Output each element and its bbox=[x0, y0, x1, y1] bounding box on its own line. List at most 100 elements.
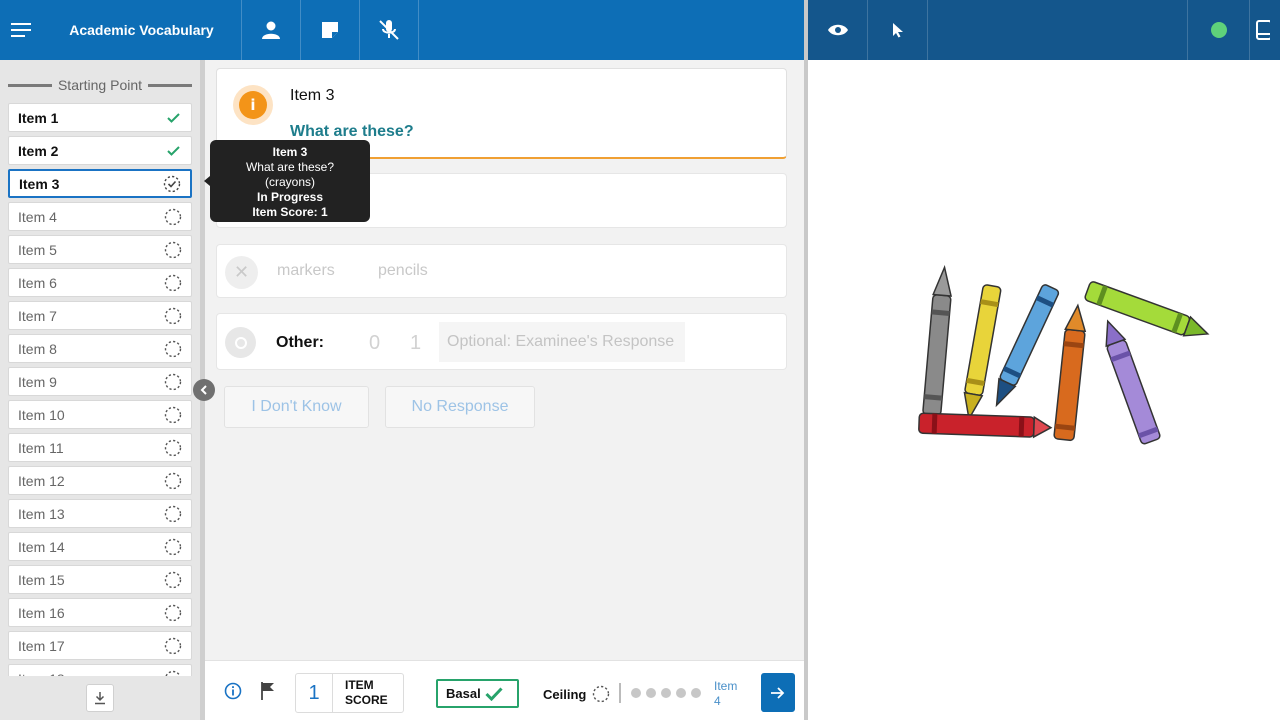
sidebar-item-label: Item 16 bbox=[18, 604, 65, 621]
incorrect-answer-card: ✕ markers pencils bbox=[216, 244, 787, 298]
pending-circle-icon bbox=[164, 439, 182, 457]
item-tooltip: Item 3 What are these? (crayons) In Prog… bbox=[210, 140, 370, 222]
info-icon[interactable] bbox=[224, 682, 242, 700]
item-score-label-line1: ITEM bbox=[345, 678, 374, 692]
menu-button[interactable] bbox=[0, 0, 42, 60]
mic-off-icon bbox=[379, 20, 399, 40]
sidebar-item-7[interactable]: Item 7 bbox=[8, 301, 192, 330]
sidebar-item-label: Item 2 bbox=[18, 142, 59, 159]
sidebar-item-12[interactable]: Item 12 bbox=[8, 466, 192, 495]
sidebar-item-16[interactable]: Item 16 bbox=[8, 598, 192, 627]
item-score-value: 1 bbox=[296, 674, 333, 712]
pending-circle-icon bbox=[164, 208, 182, 226]
crayon-orange bbox=[1053, 303, 1087, 442]
sidebar-item-10[interactable]: Item 10 bbox=[8, 400, 192, 429]
arrow-right-icon bbox=[771, 686, 785, 699]
crayon-green bbox=[1084, 281, 1210, 337]
status-dot bbox=[1210, 22, 1227, 38]
pending-circle-icon bbox=[164, 637, 182, 655]
pending-circle-icon bbox=[164, 307, 182, 325]
sidebar-item-18[interactable]: Item 18 bbox=[8, 664, 192, 676]
download-button[interactable] bbox=[86, 684, 114, 712]
basal-badge: Basal bbox=[436, 679, 519, 708]
sidebar-item-5[interactable]: Item 5 bbox=[8, 235, 192, 264]
next-item-line2: 4 bbox=[714, 694, 721, 708]
flag-icon[interactable] bbox=[260, 681, 276, 701]
eye-icon bbox=[827, 24, 848, 36]
tooltip-question: What are these? bbox=[245, 160, 335, 174]
progress-dot bbox=[631, 688, 641, 698]
sidebar-item-1[interactable]: Item 1 bbox=[8, 103, 192, 132]
notes-icon bbox=[322, 22, 338, 38]
option-pencils[interactable]: pencils bbox=[378, 262, 428, 280]
item-list: Item 1 Item 2 Item 3 Item 4 Item 5 Item 6 Item… bbox=[8, 103, 192, 676]
sidebar-item-13[interactable]: Item 13 bbox=[8, 499, 192, 528]
tooltip-score: Item Score: 1 bbox=[252, 205, 328, 219]
sidebar-item-label: Item 14 bbox=[18, 538, 65, 555]
basal-label: Basal bbox=[446, 686, 481, 701]
other-radio[interactable] bbox=[225, 327, 256, 358]
sidebar-item-label: Item 4 bbox=[18, 208, 57, 225]
sidebar-item-11[interactable]: Item 11 bbox=[8, 433, 192, 462]
top-toolbar: Academic Vocabulary bbox=[0, 0, 804, 60]
pending-circle-icon bbox=[164, 604, 182, 622]
sidebar-item-8[interactable]: Item 8 bbox=[8, 334, 192, 363]
incorrect-button[interactable]: ✕ bbox=[225, 256, 258, 289]
no-response-button[interactable]: No Response bbox=[385, 386, 535, 428]
download-icon bbox=[95, 692, 105, 705]
score-option-0[interactable]: 0 bbox=[369, 332, 380, 355]
sidebar-item-17[interactable]: Item 17 bbox=[8, 631, 192, 660]
sidebar-item-9[interactable]: Item 9 bbox=[8, 367, 192, 396]
dont-know-button[interactable]: I Don't Know bbox=[224, 386, 369, 428]
starting-point-marker: Starting Point bbox=[8, 76, 192, 94]
tablet-icon bbox=[1256, 20, 1270, 40]
progress-dot bbox=[661, 688, 671, 698]
pending-circle-icon bbox=[164, 538, 182, 556]
bottom-bar: 1 ITEM SCORE Basal Ceiling Item 4 bbox=[205, 660, 804, 720]
examinee-icon bbox=[262, 21, 280, 39]
sidebar-item-2[interactable]: Item 2 bbox=[8, 136, 192, 165]
other-label: Other: bbox=[276, 334, 324, 351]
pending-circle-icon bbox=[164, 340, 182, 358]
notes-button[interactable] bbox=[301, 0, 360, 60]
sidebar-item-6[interactable]: Item 6 bbox=[8, 268, 192, 297]
pointer-button[interactable] bbox=[868, 0, 928, 60]
connection-status bbox=[1188, 0, 1250, 60]
sidebar-item-label: Item 1 bbox=[18, 109, 59, 126]
question-item-label: Item 3 bbox=[290, 87, 335, 104]
crayon-gray bbox=[922, 265, 953, 417]
progress-dot bbox=[646, 688, 656, 698]
examinee-button[interactable] bbox=[242, 0, 301, 60]
sidebar-item-14[interactable]: Item 14 bbox=[8, 532, 192, 561]
response-input[interactable] bbox=[439, 322, 685, 362]
toolbar-spacer bbox=[928, 0, 1188, 60]
item-score-label: ITEM SCORE bbox=[333, 674, 388, 712]
tooltip-answer: (crayons) bbox=[264, 175, 315, 189]
mic-toggle-button[interactable] bbox=[360, 0, 419, 60]
pending-circle-icon bbox=[164, 406, 182, 424]
ceiling-label: Ceiling bbox=[543, 686, 587, 702]
item-sidebar: Starting Point Item 1 Item 2 Item 3 Item 4I… bbox=[0, 60, 200, 720]
next-item-label: Item 4 bbox=[714, 679, 737, 709]
score-option-1[interactable]: 1 bbox=[410, 332, 421, 355]
device-button[interactable] bbox=[1250, 0, 1280, 60]
info-icon: i bbox=[239, 91, 267, 119]
sidebar-item-label: Item 6 bbox=[18, 274, 57, 291]
option-markers[interactable]: markers bbox=[277, 262, 335, 280]
pending-circle-icon bbox=[164, 472, 182, 490]
sidebar-item-3[interactable]: Item 3 bbox=[8, 169, 192, 198]
checkmark-icon bbox=[485, 686, 503, 701]
view-button[interactable] bbox=[808, 0, 868, 60]
item-score-box: 1 ITEM SCORE bbox=[295, 673, 404, 713]
sidebar-item-4[interactable]: Item 4 bbox=[8, 202, 192, 231]
chevron-left-icon bbox=[200, 385, 207, 395]
collapse-sidebar-button[interactable] bbox=[193, 379, 215, 401]
pending-circle-icon bbox=[164, 241, 182, 259]
pending-circle-icon bbox=[164, 571, 182, 589]
info-badge[interactable]: i bbox=[233, 85, 273, 125]
sidebar-item-15[interactable]: Item 15 bbox=[8, 565, 192, 594]
sidebar-item-label: Item 11 bbox=[18, 439, 64, 456]
sidebar-item-label: Item 13 bbox=[18, 505, 65, 522]
next-button[interactable] bbox=[761, 673, 795, 712]
divider-line bbox=[148, 83, 192, 87]
